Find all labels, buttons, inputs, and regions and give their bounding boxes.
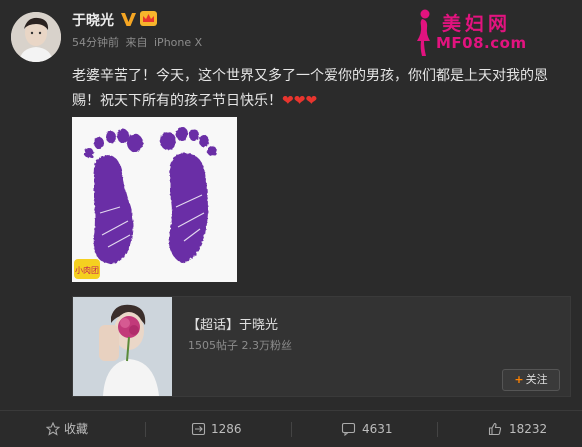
- repost-count: 1286: [211, 422, 242, 436]
- username[interactable]: 于晓光: [72, 10, 114, 30]
- star-icon: [46, 422, 60, 436]
- super-topic-cover: [73, 297, 172, 396]
- post-time[interactable]: 54分钟前: [72, 36, 119, 49]
- follow-button[interactable]: + 关注: [502, 369, 560, 391]
- super-topic-stats: 1505帖子 2.3万粉丝: [188, 339, 292, 352]
- super-topic-title[interactable]: 【超话】于晓光: [187, 314, 278, 333]
- verified-v-icon: [121, 13, 136, 26]
- comment-button[interactable]: 4631: [292, 411, 437, 447]
- weibo-post-card: 于晓光 54分钟前 来自 iPhone X 美妇网 MF08.com 老婆辛苦了…: [0, 0, 582, 447]
- post-meta: 54分钟前 来自 iPhone X: [72, 34, 205, 50]
- repost-button[interactable]: 1286: [146, 411, 291, 447]
- post-source[interactable]: iPhone X: [154, 36, 202, 49]
- watermark-url: MF08.com: [436, 34, 527, 52]
- repost-icon: [191, 422, 206, 436]
- like-count: 18232: [509, 422, 548, 436]
- vip-crown-icon[interactable]: [139, 10, 158, 27]
- thumbs-up-icon: [488, 422, 502, 436]
- favorite-button[interactable]: 收藏: [0, 411, 145, 447]
- post-text-line-2: 赐！祝天下所有的孩子节日快乐！❤❤❤: [72, 89, 572, 114]
- watermark-name: 美妇网: [442, 13, 512, 35]
- post-text: 老婆辛苦了！今天，这个世界又多了一个爱你的男孩，你们都是上天对我的恩 赐！祝天下…: [72, 64, 572, 114]
- cover-photo: [73, 297, 172, 396]
- photo-corner-tag: 小肉团: [75, 265, 99, 275]
- hearts-emoji: ❤❤❤: [282, 93, 318, 109]
- super-topic-card[interactable]: 【超话】于晓光 1505帖子 2.3万粉丝 + 关注: [72, 296, 571, 397]
- footprint-image: 小肉团: [72, 117, 237, 282]
- favorite-label: 收藏: [64, 422, 89, 436]
- plus-icon: +: [514, 373, 524, 386]
- comment-icon: [341, 422, 356, 436]
- like-button[interactable]: 18232: [438, 411, 582, 447]
- user-avatar[interactable]: [11, 12, 61, 62]
- woman-silhouette-icon: [417, 9, 430, 56]
- avatar-photo: [11, 12, 61, 62]
- post-image-footprints[interactable]: 小肉团: [72, 117, 237, 282]
- action-bar: 收藏 1286 4631 18232: [0, 410, 582, 447]
- comment-count: 4631: [362, 422, 393, 436]
- post-text-line-1: 老婆辛苦了！今天，这个世界又多了一个爱你的男孩，你们都是上天对我的恩: [72, 68, 548, 84]
- site-watermark: 美妇网 MF08.com: [412, 8, 570, 58]
- follow-label: 关注: [525, 373, 548, 386]
- source-prefix: 来自: [125, 36, 148, 49]
- post-text-line-2-body: 赐！祝天下所有的孩子节日快乐！: [72, 93, 282, 109]
